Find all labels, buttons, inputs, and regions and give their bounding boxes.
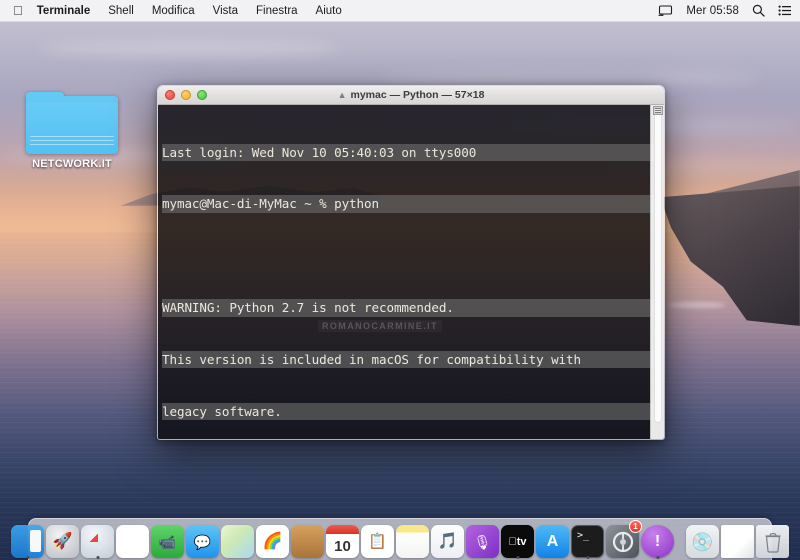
dock-item-trash[interactable]	[756, 522, 789, 558]
terminal-line: legacy software.	[162, 403, 658, 421]
badge-count: 1	[629, 520, 642, 533]
music-icon[interactable]: 🎵	[431, 525, 464, 558]
running-indicator	[656, 556, 659, 559]
folder-small-icon: ▲	[337, 90, 347, 100]
desktop-folder-netcwork[interactable]: NETCWORK.IT	[22, 92, 122, 170]
dock-item-podcasts[interactable]: 🎙	[466, 522, 499, 558]
surf-foam	[668, 302, 726, 308]
desktop-folder-label: NETCWORK.IT	[32, 158, 112, 170]
terminal-icon[interactable]: >_	[571, 525, 604, 558]
dock-item-downloads-stack[interactable]: 💿	[686, 522, 719, 558]
trash-icon[interactable]	[756, 525, 789, 558]
documents-stack-icon[interactable]	[721, 525, 754, 558]
running-indicator	[586, 556, 589, 559]
display-icon[interactable]	[658, 4, 673, 17]
dock-item-messages[interactable]: 💬	[186, 522, 219, 558]
apple-tv-icon[interactable]: tv	[501, 525, 534, 558]
close-button[interactable]	[165, 90, 175, 100]
maps-icon[interactable]	[221, 525, 254, 558]
dock-item-contacts[interactable]	[291, 522, 324, 558]
menu-item-aiuto[interactable]: Aiuto	[307, 0, 351, 22]
menu-bar-clock[interactable]: Mer 05:58	[686, 5, 739, 17]
cloud-band	[380, 70, 760, 84]
menu-bar:  Terminale Shell Modifica Vista Finestr…	[0, 0, 800, 22]
menu-item-shell[interactable]: Shell	[99, 0, 143, 22]
menu-bar-left:  Terminale Shell Modifica Vista Finestr…	[0, 0, 351, 22]
messages-icon[interactable]: 💬	[186, 525, 219, 558]
dock-item-music[interactable]: 🎵	[431, 522, 464, 558]
terminal-title-group: ▲ mymac — Python — 57×18	[158, 89, 664, 101]
folder-icon[interactable]	[26, 92, 118, 154]
terminal-line: Last login: Wed Nov 10 05:40:03 on ttys0…	[162, 143, 658, 161]
safari-icon[interactable]	[81, 525, 114, 558]
dock-item-photos[interactable]: 🌈	[256, 522, 289, 558]
control-center-icon[interactable]	[778, 5, 791, 16]
scrollbar-grip-icon[interactable]	[653, 106, 663, 115]
alert-app-icon[interactable]: !	[641, 525, 674, 558]
dock-item-maps[interactable]	[221, 522, 254, 558]
menu-bar-status: Mer 05:58	[658, 4, 800, 17]
downloads-stack-icon[interactable]: 💿	[686, 525, 719, 558]
running-indicator	[96, 556, 99, 559]
terminal-line: WARNING: Python 2.7 is not recommended.	[162, 299, 658, 317]
vertical-scrollbar[interactable]	[650, 105, 664, 439]
contacts-icon[interactable]	[291, 525, 324, 558]
dock-item-app-store[interactable]: A	[536, 522, 569, 558]
facetime-icon[interactable]: 📹	[151, 525, 184, 558]
dock-item-facetime[interactable]: 📹	[151, 522, 184, 558]
terminal-output[interactable]: Last login: Wed Nov 10 05:40:03 on ttys0…	[158, 105, 664, 439]
zoom-button[interactable]	[197, 90, 207, 100]
cloud-band	[40, 40, 340, 56]
dock: 🚀 🖼 📹 💬 🌈 10 📋 🎵 🎙 t	[11, 518, 789, 560]
terminal-window[interactable]: ▲ mymac — Python — 57×18 Last login: Wed…	[157, 85, 665, 440]
dock-item-reminders[interactable]: 📋	[361, 522, 394, 558]
apple-logo-icon[interactable]: 	[0, 4, 35, 17]
menu-item-finestra[interactable]: Finestra	[247, 0, 307, 22]
photos-icon[interactable]: 🌈	[256, 525, 289, 558]
dock-item-alert-app[interactable]: !	[641, 522, 674, 559]
terminal-body[interactable]: Last login: Wed Nov 10 05:40:03 on ttys0…	[158, 105, 664, 439]
menu-item-vista[interactable]: Vista	[204, 0, 247, 22]
menu-item-terminale[interactable]: Terminale	[35, 0, 99, 22]
dock-item-calendar[interactable]: 10	[326, 522, 359, 558]
dock-item-notes[interactable]	[396, 522, 429, 558]
app-store-icon[interactable]: A	[536, 525, 569, 558]
terminal-titlebar[interactable]: ▲ mymac — Python — 57×18	[158, 86, 664, 105]
podcasts-icon[interactable]: 🎙	[466, 525, 499, 558]
dock-item-finder[interactable]	[11, 522, 44, 559]
dock-item-preview[interactable]: 🖼	[116, 522, 149, 558]
calendar-icon[interactable]: 10	[326, 525, 359, 558]
dock-item-system-preferences[interactable]: 1	[606, 520, 642, 558]
scrollbar-thumb[interactable]	[654, 107, 662, 423]
preview-icon[interactable]: 🖼	[116, 525, 149, 558]
dock-item-apple-tv[interactable]: tv	[501, 522, 534, 559]
minimize-button[interactable]	[181, 90, 191, 100]
terminal-line: mymac@Mac-di-MyMac ~ % python	[162, 195, 658, 213]
calendar-day: 10	[334, 537, 351, 555]
notes-icon[interactable]	[396, 525, 429, 558]
running-indicator	[26, 556, 29, 559]
reminders-icon[interactable]: 📋	[361, 525, 394, 558]
launchpad-icon[interactable]: 🚀	[46, 525, 79, 558]
terminal-title: mymac — Python — 57×18	[350, 89, 485, 101]
dock-item-safari[interactable]	[81, 522, 114, 559]
running-indicator	[516, 556, 519, 559]
dock-item-terminal[interactable]: >_	[571, 522, 604, 559]
window-controls	[158, 90, 207, 100]
search-icon[interactable]	[752, 4, 765, 17]
finder-icon[interactable]	[11, 525, 44, 558]
menu-item-modifica[interactable]: Modifica	[143, 0, 204, 22]
terminal-line: This version is included in macOS for co…	[162, 351, 658, 369]
dock-item-launchpad[interactable]: 🚀	[46, 522, 79, 558]
dock-item-documents-stack[interactable]	[721, 522, 754, 558]
